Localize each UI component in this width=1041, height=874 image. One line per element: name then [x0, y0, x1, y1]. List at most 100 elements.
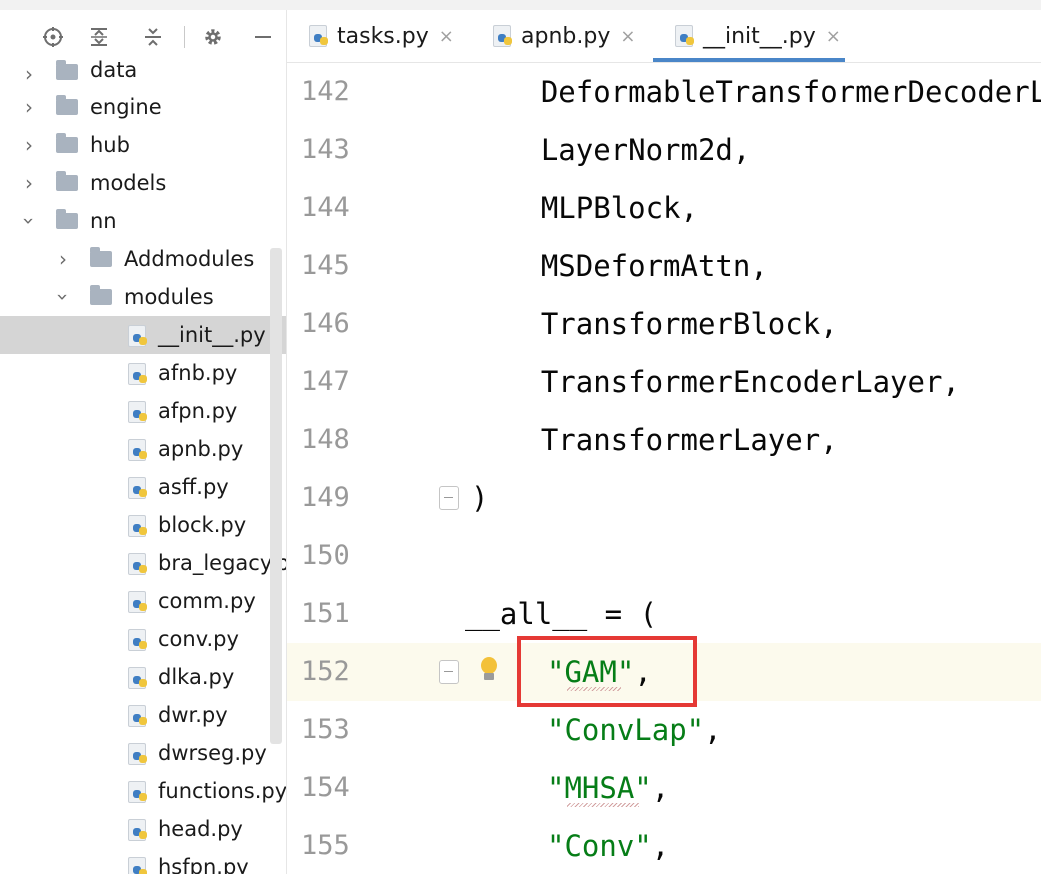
lightbulb-icon[interactable]	[477, 657, 503, 687]
code-punctuation: ,	[704, 713, 722, 747]
code-text: __all__ = (	[465, 597, 658, 631]
python-file-icon	[128, 629, 150, 651]
string-literal: "ConvLap"	[547, 713, 705, 747]
python-file-icon	[128, 781, 150, 803]
file-label: asff.py	[158, 475, 229, 499]
folder-icon	[90, 285, 112, 305]
tree-file-functions[interactable]: functions.py	[0, 772, 286, 810]
line-number: 152	[301, 656, 350, 687]
code-text: MLPBlock,	[471, 191, 698, 225]
tree-file-dlka[interactable]: dlka.py	[0, 658, 286, 696]
line-number: 144	[301, 192, 350, 223]
tree-folder-addmodules[interactable]: › Addmodules	[0, 240, 286, 278]
code-line: 143 LayerNorm2d,	[287, 121, 1041, 179]
chevron-right-icon[interactable]: ›	[20, 88, 38, 126]
file-label: dwr.py	[158, 703, 228, 727]
collapse-all-icon[interactable]	[140, 24, 166, 50]
tab-init[interactable]: __init__.py ×	[653, 10, 845, 62]
close-icon[interactable]: ×	[439, 26, 454, 47]
tree-file-asff[interactable]: asff.py	[0, 468, 286, 506]
tree-file-bra-legacy[interactable]: bra_legacy.py	[0, 544, 286, 582]
close-icon[interactable]: ×	[620, 26, 635, 47]
expand-all-icon[interactable]	[86, 24, 112, 50]
tree-folder-modules[interactable]: › modules	[0, 278, 286, 316]
code-text: LayerNorm2d,	[471, 133, 751, 167]
python-file-icon	[128, 553, 150, 575]
code-editor[interactable]: 142 DeformableTransformerDecoderLayer, 1…	[287, 63, 1041, 874]
file-label: dwrseg.py	[158, 741, 267, 765]
tree-file-hsfpn[interactable]: hsfpn.py	[0, 848, 286, 874]
tab-apnb[interactable]: apnb.py ×	[493, 10, 635, 62]
locate-icon[interactable]	[40, 24, 66, 50]
fold-marker-icon[interactable]	[439, 486, 459, 510]
gear-icon[interactable]	[200, 24, 226, 50]
python-file-icon	[128, 477, 150, 499]
line-number: 153	[301, 714, 350, 745]
code-text: )	[471, 481, 489, 515]
tab-label: tasks.py	[337, 23, 429, 49]
code-line: 146 TransformerBlock,	[287, 295, 1041, 353]
file-label: afpn.py	[158, 399, 238, 423]
close-icon[interactable]: ×	[826, 26, 841, 47]
tree-file-comm[interactable]: comm.py	[0, 582, 286, 620]
tree-folder-data[interactable]: › data	[0, 58, 286, 90]
chevron-down-icon[interactable]: ›	[44, 288, 82, 306]
python-file-icon	[309, 25, 331, 47]
code-punctuation: ,	[651, 771, 670, 805]
folder-icon	[56, 171, 78, 191]
tree-folder-engine[interactable]: › engine	[0, 88, 286, 126]
chevron-right-icon[interactable]: ›	[20, 164, 38, 202]
file-label: afnb.py	[158, 361, 238, 385]
file-label: conv.py	[158, 627, 239, 651]
tree-file-dwr[interactable]: dwr.py	[0, 696, 286, 734]
tree-file-conv[interactable]: conv.py	[0, 620, 286, 658]
fold-marker-icon[interactable]	[439, 660, 459, 684]
code-line: 142 DeformableTransformerDecoderLayer,	[287, 63, 1041, 121]
tree-file-block[interactable]: block.py	[0, 506, 286, 544]
code-line: 154 "MHSA",	[287, 759, 1041, 817]
tree-scrollbar[interactable]	[270, 248, 282, 744]
tree-folder-models[interactable]: › models	[0, 164, 286, 202]
folder-label: Addmodules	[124, 247, 255, 271]
folder-icon	[56, 95, 78, 115]
tree-file-init[interactable]: __init__.py	[0, 316, 286, 354]
code-line: 145 MSDeformAttn,	[287, 237, 1041, 295]
tree-file-afnb[interactable]: afnb.py	[0, 354, 286, 392]
code-line: 153 "ConvLap",	[287, 701, 1041, 759]
chevron-right-icon[interactable]: ›	[54, 240, 72, 278]
tree-file-apnb[interactable]: apnb.py	[0, 430, 286, 468]
code-line: 147 TransformerEncoderLayer,	[287, 353, 1041, 411]
folder-icon	[56, 60, 78, 80]
file-label: comm.py	[158, 589, 256, 613]
tree-file-head[interactable]: head.py	[0, 810, 286, 848]
file-label: block.py	[158, 513, 247, 537]
minimize-icon[interactable]	[250, 24, 276, 50]
tree-folder-nn[interactable]: › nn	[0, 202, 286, 240]
chevron-down-icon[interactable]: ›	[10, 212, 48, 230]
tree-folder-hub[interactable]: › hub	[0, 126, 286, 164]
chevron-right-icon[interactable]: ›	[20, 62, 38, 86]
spellcheck-squiggle	[567, 803, 639, 807]
project-panel: › data › engine › hub › models › nn › Ad…	[0, 10, 287, 874]
tree-file-dwrseg[interactable]: dwrseg.py	[0, 734, 286, 772]
python-file-icon	[128, 401, 150, 423]
chevron-right-icon[interactable]: ›	[20, 126, 38, 164]
project-toolbar	[0, 10, 286, 62]
file-label: hsfpn.py	[158, 855, 249, 874]
file-label: head.py	[158, 817, 243, 841]
tab-tasks[interactable]: tasks.py ×	[309, 10, 454, 62]
folder-label: nn	[90, 209, 117, 233]
line-number: 143	[301, 134, 350, 165]
code-line: 144 MLPBlock,	[287, 179, 1041, 237]
line-number: 149	[301, 482, 350, 513]
tree-file-afpn[interactable]: afpn.py	[0, 392, 286, 430]
code-text: TransformerEncoderLayer,	[471, 365, 960, 399]
line-number: 147	[301, 366, 350, 397]
line-number: 155	[301, 830, 350, 861]
python-file-icon	[128, 857, 150, 874]
line-number: 154	[301, 772, 350, 803]
tab-label: apnb.py	[521, 23, 611, 49]
line-number: 150	[301, 540, 350, 571]
code-line: 149 )	[287, 469, 1041, 527]
code-line: 151 __all__ = (	[287, 585, 1041, 643]
